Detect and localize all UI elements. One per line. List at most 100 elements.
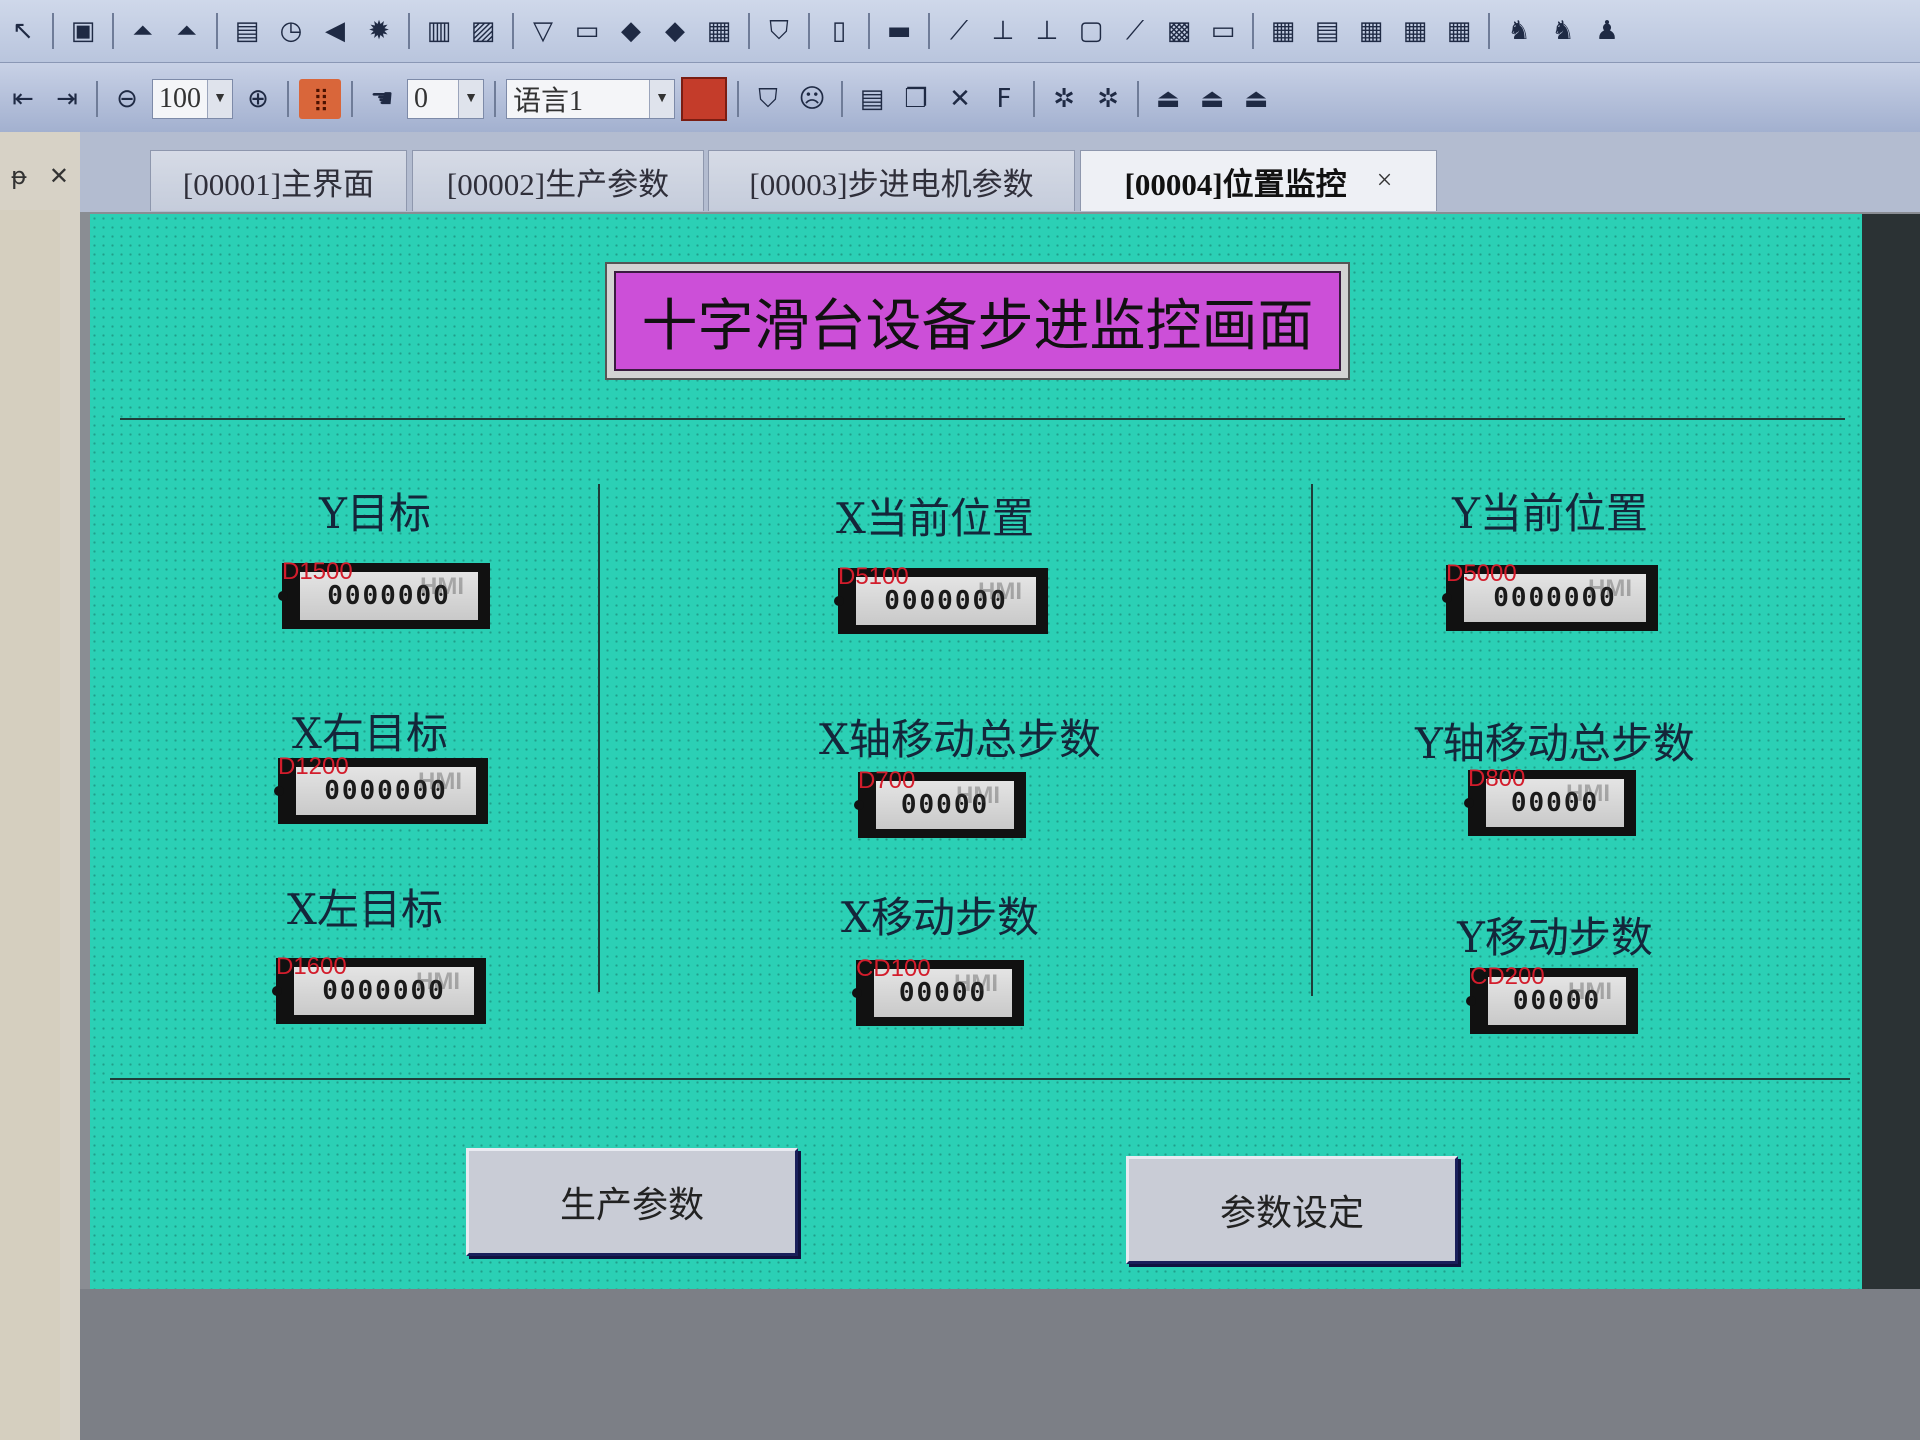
tab-close-icon[interactable]: ×: [1377, 165, 1393, 197]
chevron-down-icon[interactable]: ▼: [649, 80, 674, 118]
clock-icon[interactable]: ◷: [272, 12, 310, 50]
chevron-down-icon[interactable]: ▼: [458, 80, 483, 118]
copy-icon[interactable]: ❐: [897, 80, 935, 118]
printer-icon[interactable]: ▦: [700, 12, 738, 50]
sun-icon[interactable]: ✹: [360, 12, 398, 50]
toolbar-separator: [351, 81, 353, 117]
y-move-steps-display[interactable]: CD200 HMI 00000: [1466, 963, 1638, 1034]
dog-a-icon[interactable]: ◆: [612, 12, 650, 50]
close-icon[interactable]: ✕: [49, 162, 69, 190]
toolbar-separator: [512, 13, 514, 49]
x-right-target-label: X右目标: [292, 709, 448, 758]
dog-b-icon[interactable]: ◆: [656, 12, 694, 50]
delete-icon[interactable]: ✕: [941, 80, 979, 118]
canvas-footer-area: [80, 1289, 1920, 1440]
address-tag: D1500: [282, 558, 353, 585]
bar-graph-icon[interactable]: ▥: [420, 12, 458, 50]
zoom-out-icon[interactable]: ⊖: [108, 80, 146, 118]
table-e-icon[interactable]: ▦: [1440, 12, 1478, 50]
red-display-button[interactable]: [681, 77, 727, 121]
hmi-watermark: HMI: [418, 768, 462, 795]
paste-icon[interactable]: ▤: [853, 80, 891, 118]
hmi-watermark: HMI: [416, 968, 460, 995]
trend-b-icon[interactable]: ⊥: [984, 12, 1022, 50]
image-icon[interactable]: ▨: [464, 12, 502, 50]
state-combo[interactable]: 0 ▼: [407, 79, 484, 119]
grid-toggle-button[interactable]: ⣿: [299, 79, 341, 119]
flask-icon[interactable]: ♟: [1588, 12, 1626, 50]
triangle-a-icon[interactable]: ⏶: [124, 12, 162, 50]
grid-icon: ⣿: [312, 86, 329, 112]
zoom-in-icon[interactable]: ⊕: [239, 80, 277, 118]
tab-stepper-params[interactable]: [00003]步进电机参数: [708, 150, 1075, 211]
person-b-icon[interactable]: ♞: [1544, 12, 1582, 50]
address-tag: CD200: [1470, 963, 1545, 990]
trend-c-icon[interactable]: ⊥: [1028, 12, 1066, 50]
shield-icon[interactable]: ⛉: [760, 12, 798, 50]
x-left-target-display[interactable]: D1600 HMI 0000000: [272, 953, 486, 1024]
table-b-icon[interactable]: ▤: [1308, 12, 1346, 50]
address-tag: CD100: [856, 955, 931, 982]
y-axis-total-steps-display[interactable]: D800 HMI 00000: [1464, 765, 1636, 836]
filter-icon[interactable]: ▽: [524, 12, 562, 50]
tool-a-icon[interactable]: ✲: [1045, 80, 1083, 118]
production-params-button[interactable]: 生产参数: [466, 1148, 798, 1256]
toolbar-separator: [52, 13, 54, 49]
param-settings-button[interactable]: 参数设定: [1126, 1156, 1458, 1264]
ruler-icon[interactable]: ▬: [880, 12, 918, 50]
speaker-icon[interactable]: ◀: [316, 12, 354, 50]
align-right-icon[interactable]: ⇥: [48, 80, 86, 118]
align-left-icon[interactable]: ⇤: [4, 80, 42, 118]
toolbar-separator: [1033, 81, 1035, 117]
anchor-dot: [1466, 996, 1476, 1006]
toolbar-separator: [408, 13, 410, 49]
mini-window-icon[interactable]: ▭: [1204, 12, 1242, 50]
left-column-divider: [598, 484, 600, 992]
arrow-pointer-icon[interactable]: ↖: [4, 12, 42, 50]
y-current-position-display[interactable]: D5000 HMI 0000000: [1442, 560, 1658, 631]
top-divider: [120, 418, 1845, 420]
triangle-b-icon[interactable]: ⏶: [168, 12, 206, 50]
y-target-display[interactable]: D1500 HMI 0000000: [278, 558, 490, 629]
upload-a-icon[interactable]: ⏏: [1149, 80, 1187, 118]
language-combo[interactable]: 语言1 ▼: [506, 79, 675, 119]
table-c-icon[interactable]: ▦: [1352, 12, 1390, 50]
zoom-value: 100: [159, 83, 201, 114]
language-value: 语言1: [513, 86, 584, 117]
zoom-combo[interactable]: 100 ▼: [152, 79, 233, 119]
left-dock-body: [0, 210, 60, 1440]
hand-icon[interactable]: ☚: [363, 80, 401, 118]
tab-production-params[interactable]: [00002]生产参数: [412, 150, 704, 211]
shield-a-icon[interactable]: ⛉: [749, 80, 787, 118]
x-right-target-display[interactable]: D1200 HMI 0000000: [274, 753, 488, 824]
hmi-watermark: HMI: [1568, 978, 1612, 1005]
trend-d-icon[interactable]: ▢: [1072, 12, 1110, 50]
chevron-down-icon[interactable]: ▼: [207, 80, 232, 118]
toolbar-separator: [494, 81, 496, 117]
x-move-steps-display[interactable]: CD100 HMI 00000: [852, 955, 1024, 1026]
toolbar-separator: [96, 81, 98, 117]
x-axis-total-steps-display[interactable]: D700 HMI 00000: [854, 767, 1026, 838]
chip-icon[interactable]: ▣: [64, 12, 102, 50]
table-a-icon[interactable]: ▦: [1264, 12, 1302, 50]
calc-icon[interactable]: ▩: [1160, 12, 1198, 50]
x-current-position-display[interactable]: D5100 HMI 0000000: [834, 563, 1048, 634]
secondary-toolbar: ⇤ ⇥ ⊖ 100 ▼ ⊕ ⣿ ☚ 0 ▼ 语言1 ▼ ⛉ ☹ ▤ ❐ ✕ F …: [0, 62, 1920, 133]
device-bar-icon[interactable]: ▤: [228, 12, 266, 50]
upload-b-icon[interactable]: ⏏: [1193, 80, 1231, 118]
tab-main-screen[interactable]: [00001]主界面: [150, 150, 407, 211]
upload-c-icon[interactable]: ⏏: [1237, 80, 1275, 118]
circle-face-icon[interactable]: ☹: [793, 80, 831, 118]
trend-e-icon[interactable]: ⟋: [1116, 12, 1154, 50]
pin-icon[interactable]: ᵽ: [11, 162, 27, 190]
document-icon[interactable]: ▯: [820, 12, 858, 50]
x-current-position-label: X当前位置: [836, 494, 1034, 543]
hmi-watermark: HMI: [1566, 780, 1610, 807]
tool-b-icon[interactable]: ✲: [1089, 80, 1127, 118]
tab-position-monitor[interactable]: [00004]位置监控 ×: [1080, 150, 1437, 211]
keyboard-icon[interactable]: ▭: [568, 12, 606, 50]
trend-a-icon[interactable]: ⟋: [940, 12, 978, 50]
person-a-icon[interactable]: ♞: [1500, 12, 1538, 50]
f-icon[interactable]: F: [985, 80, 1023, 118]
table-d-icon[interactable]: ▦: [1396, 12, 1434, 50]
